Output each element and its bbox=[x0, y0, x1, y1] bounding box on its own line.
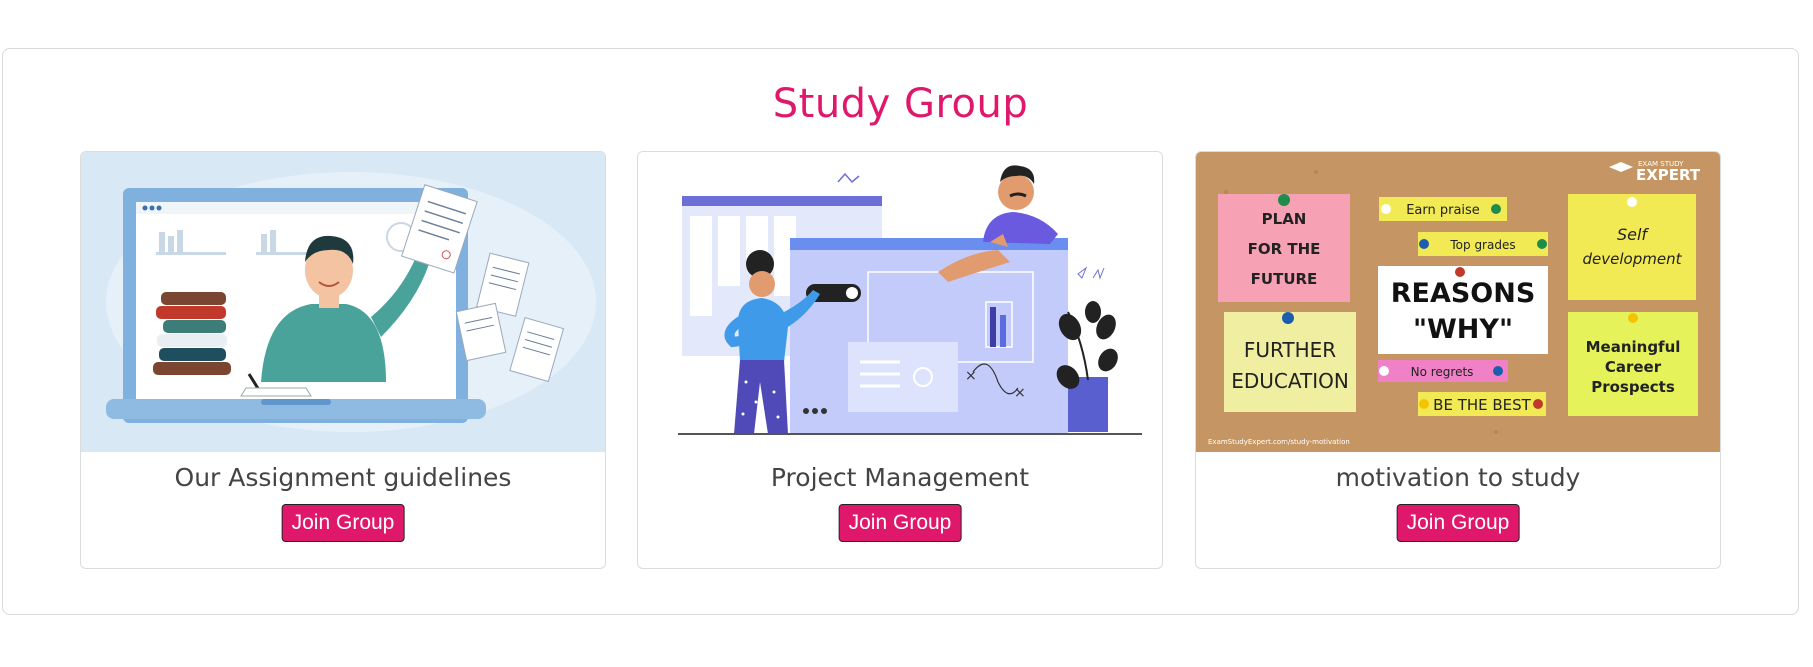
group-card-assignment: Our Assignment guidelines Join Group bbox=[80, 151, 606, 569]
svg-text:No regrets: No regrets bbox=[1411, 365, 1474, 379]
group-card-project-management: × × Project Management Join Group bbox=[637, 151, 1163, 569]
brand-text: EXPERT bbox=[1636, 166, 1701, 184]
project-management-illustration: × × bbox=[638, 152, 1162, 452]
svg-text:EDUCATION: EDUCATION bbox=[1231, 369, 1349, 393]
group-name: Our Assignment guidelines bbox=[174, 463, 512, 492]
corkboard-motivation-photo: EXAM STUDY EXPERT PLAN FOR THE FUTURE Ea… bbox=[1196, 152, 1720, 452]
svg-text:Earn praise: Earn praise bbox=[1406, 203, 1480, 218]
svg-text:"WHY": "WHY" bbox=[1413, 314, 1513, 345]
group-name: Project Management bbox=[770, 463, 1030, 492]
svg-text:development: development bbox=[1583, 250, 1683, 268]
section-title: Study Group bbox=[772, 81, 1029, 127]
svg-text:PLAN: PLAN bbox=[1262, 210, 1307, 228]
svg-text:ExamStudyExpert.com/study-moti: ExamStudyExpert.com/study-motivation bbox=[1208, 438, 1350, 446]
join-group-button[interactable]: Join Group bbox=[1396, 504, 1520, 542]
svg-text:FUTURE: FUTURE bbox=[1251, 270, 1318, 288]
svg-text:FOR THE: FOR THE bbox=[1248, 240, 1321, 258]
svg-text:BE THE BEST: BE THE BEST bbox=[1433, 396, 1532, 414]
join-group-button[interactable]: Join Group bbox=[281, 504, 405, 542]
svg-text:Self: Self bbox=[1617, 225, 1649, 244]
svg-text:×: × bbox=[1014, 385, 1026, 401]
group-card-motivation: EXAM STUDY EXPERT PLAN FOR THE FUTURE Ea… bbox=[1195, 151, 1721, 569]
group-name: motivation to study bbox=[1335, 463, 1581, 492]
svg-text:REASONS: REASONS bbox=[1391, 278, 1536, 309]
svg-text:FURTHER: FURTHER bbox=[1244, 338, 1336, 362]
svg-text:×: × bbox=[965, 368, 977, 384]
svg-text:Career: Career bbox=[1605, 358, 1662, 376]
study-group-panel: Study Group Our Assignment guidelines Jo… bbox=[2, 48, 1799, 615]
svg-text:Meaningful: Meaningful bbox=[1586, 338, 1681, 356]
svg-text:Top grades: Top grades bbox=[1449, 238, 1515, 252]
online-teacher-illustration bbox=[81, 152, 605, 452]
join-group-button[interactable]: Join Group bbox=[838, 504, 962, 542]
svg-text:Prospects: Prospects bbox=[1591, 378, 1675, 396]
